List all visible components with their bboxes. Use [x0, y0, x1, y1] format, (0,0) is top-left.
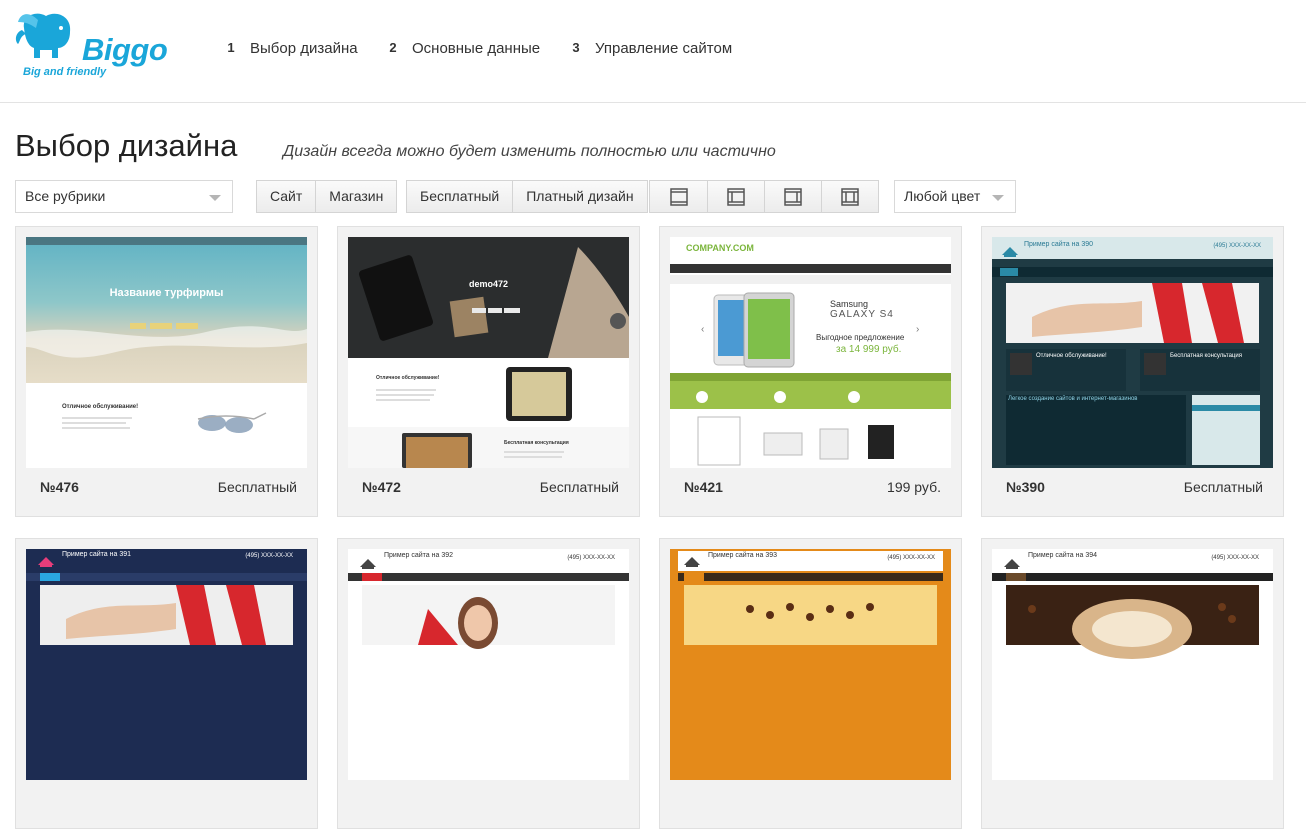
- template-preview: Название турфирмы Отличное обслуживание!: [26, 237, 307, 468]
- filter-site-button[interactable]: Сайт: [257, 181, 315, 212]
- step-site-management[interactable]: 3 Управление сайтом: [555, 33, 745, 65]
- layout-right-sidebar-button[interactable]: [764, 181, 821, 212]
- svg-text:›: ›: [916, 324, 919, 335]
- template-card[interactable]: Пример сайта на 391 (495) XXX-XX-XX: [15, 538, 318, 829]
- template-number: №390: [1006, 479, 1045, 495]
- preview-heading: Отличное обслуживание!: [376, 375, 440, 381]
- preview-phone: (495) XXX-XX-XX: [567, 555, 615, 561]
- preview-phone: (495) XXX-XX-XX: [887, 555, 935, 561]
- color-select-value: Любой цвет: [904, 188, 981, 204]
- step-label: Управление сайтом: [595, 40, 733, 57]
- preview-title: Пример сайта на 394: [1028, 552, 1098, 559]
- preview-title: Пример сайта на 392: [384, 552, 454, 559]
- template-preview: demo472 Отличное обслуживание! Бесплатна…: [348, 237, 629, 468]
- template-number: №421: [684, 479, 723, 495]
- type-filter-group: Сайт Магазин: [256, 180, 398, 213]
- chevron-down-icon: [209, 195, 221, 201]
- template-preview: Пример сайта на 393 (495) XXX-XX-XX: [670, 549, 951, 780]
- template-preview: ‹ › COMPANY.COM Samsung GALAXY S4 Выгодн…: [670, 237, 951, 468]
- logo-name: Biggo: [82, 32, 168, 67]
- filter-bar: Все рубрики Сайт Магазин Бесплатный Плат…: [0, 180, 1306, 214]
- template-card[interactable]: Пример сайта на 390 (495) XXX-XX-XX Отли…: [981, 226, 1284, 517]
- layout-left-sidebar-icon: [727, 187, 745, 206]
- template-card[interactable]: demo472 Отличное обслуживание! Бесплатна…: [337, 226, 640, 517]
- template-preview: Пример сайта на 392 (495) XXX-XX-XX: [348, 549, 629, 780]
- template-number: №476: [40, 479, 79, 495]
- template-number: №472: [362, 479, 401, 495]
- page-subtitle: Дизайн всегда можно будет изменить полно…: [283, 143, 776, 160]
- preview-heading-2: Бесплатная консультация: [1170, 353, 1242, 359]
- layout-full-icon: [669, 187, 688, 206]
- chevron-down-icon: [992, 195, 1004, 201]
- template-card[interactable]: Пример сайта на 394 (495) XXX-XX-XX: [981, 538, 1284, 829]
- category-select[interactable]: Все рубрики: [15, 180, 233, 213]
- logo[interactable]: Biggo Big and friendly: [14, 8, 168, 80]
- preview-title: COMPANY.COM: [686, 243, 754, 253]
- elephant-logo-icon: [15, 13, 71, 58]
- layout-right-sidebar-icon: [784, 187, 802, 206]
- step-label: Основные данные: [412, 40, 541, 57]
- step-choose-design[interactable]: 1 Выбор дизайна: [210, 33, 362, 65]
- preview-brand: Samsung: [830, 299, 869, 309]
- layout-two-sidebars-button[interactable]: [821, 181, 878, 212]
- preview-phone: (495) XXX-XX-XX: [245, 553, 293, 559]
- template-preview: Пример сайта на 390 (495) XXX-XX-XX Отли…: [992, 237, 1273, 468]
- preview-model: GALAXY S4: [830, 309, 894, 320]
- preview-heading-2: Бесплатная консультация: [504, 440, 569, 446]
- filter-free-button[interactable]: Бесплатный: [407, 181, 512, 212]
- preview-phone: (495) XXX-XX-XX: [1213, 243, 1261, 249]
- price-filter-group: Бесплатный Платный дизайн: [406, 180, 648, 213]
- preview-offer-price: за 14 999 руб.: [836, 344, 902, 355]
- preview-heading: Отличное обслуживание!: [62, 404, 139, 410]
- preview-offer: Выгодное предложение: [816, 333, 905, 342]
- preview-title: demo472: [468, 279, 509, 289]
- preview-title: Пример сайта на 390: [1024, 241, 1094, 248]
- header: Biggo Big and friendly 1 Выбор дизайна 2О…: [0, 0, 1306, 103]
- template-card[interactable]: Название турфирмы Отличное обслуживание!…: [15, 226, 318, 517]
- layout-left-sidebar-button[interactable]: [707, 181, 764, 212]
- preview-phone: (495) XXX-XX-XX: [1211, 555, 1259, 561]
- layout-full-button[interactable]: [650, 181, 707, 212]
- preview-body-title: Легкое создание сайтов и интернет-магази…: [1008, 396, 1138, 402]
- preview-title: Название турфирмы: [109, 287, 224, 299]
- template-price: Бесплатный: [217, 479, 297, 495]
- color-select[interactable]: Любой цвет: [894, 180, 1016, 213]
- template-preview: Пример сайта на 394 (495) XXX-XX-XX: [992, 549, 1273, 780]
- template-card[interactable]: ‹ › COMPANY.COM Samsung GALAXY S4 Выгодн…: [659, 226, 962, 517]
- template-card[interactable]: Пример сайта на 393 (495) XXX-XX-XX: [659, 538, 962, 829]
- preview-heading: Отличное обслуживание!: [1036, 353, 1107, 359]
- step-number: 2: [382, 37, 404, 60]
- step-basic-data[interactable]: 2 Основные данные: [372, 33, 548, 65]
- layout-filter-group: [649, 180, 879, 213]
- step-number: 3: [565, 37, 587, 60]
- step-label: Выбор дизайна: [250, 40, 358, 57]
- template-price: 199 руб.: [887, 479, 941, 495]
- filter-paid-button[interactable]: Платный дизайн: [512, 181, 646, 212]
- step-number: 1: [220, 37, 242, 60]
- svg-text:‹: ‹: [701, 324, 704, 335]
- logo-tagline: Big and friendly: [23, 66, 107, 78]
- filter-shop-button[interactable]: Магазин: [315, 181, 396, 212]
- category-select-value: Все рубрики: [25, 188, 106, 204]
- template-preview: Пример сайта на 391 (495) XXX-XX-XX: [26, 549, 307, 780]
- layout-two-sidebars-icon: [841, 187, 859, 206]
- template-price: Бесплатный: [1183, 479, 1263, 495]
- page-title: Выбор дизайна: [15, 128, 238, 163]
- preview-title: Пример сайта на 391: [62, 551, 132, 558]
- template-price: Бесплатный: [539, 479, 619, 495]
- template-card[interactable]: Пример сайта на 392 (495) XXX-XX-XX: [337, 538, 640, 829]
- preview-title: Пример сайта на 393: [708, 552, 778, 559]
